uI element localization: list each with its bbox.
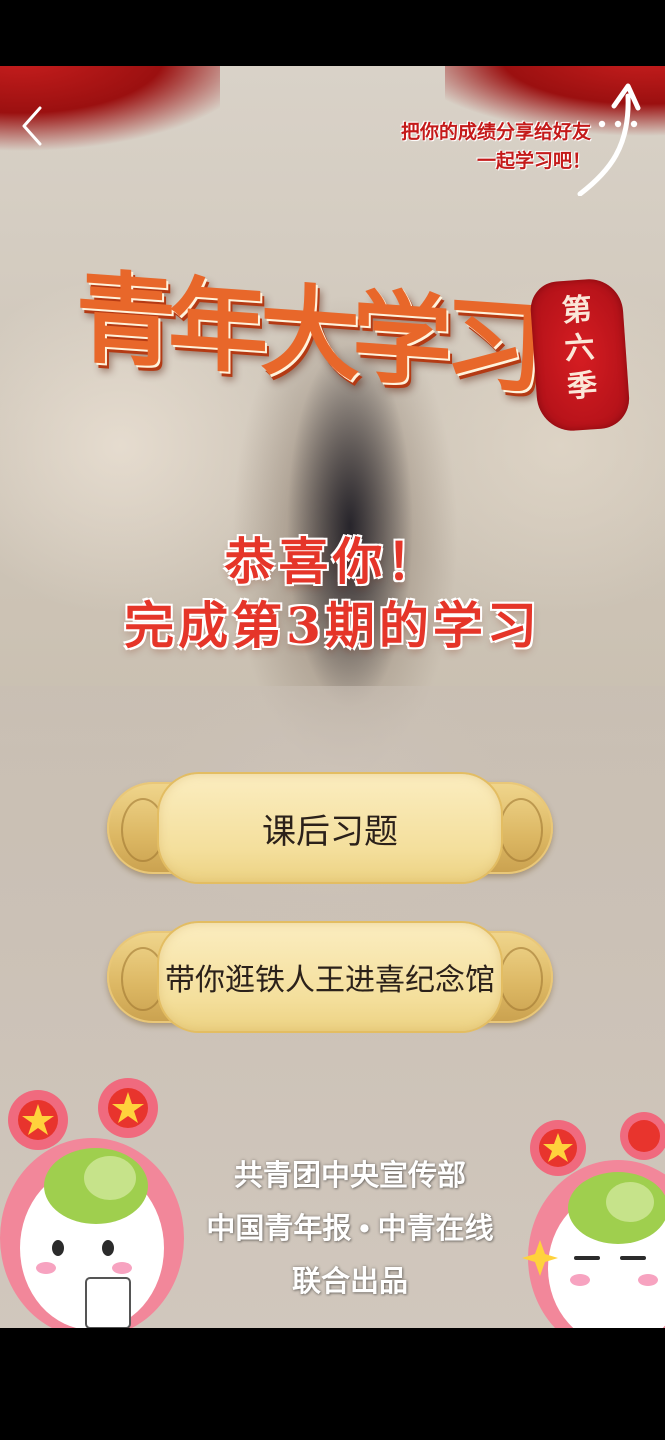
season-seal: 第六季 bbox=[528, 276, 632, 434]
share-prompt[interactable]: 把你的成绩分享给好友 一起学习吧！ bbox=[401, 118, 591, 176]
navigation-bar-area bbox=[0, 1328, 665, 1440]
scroll-curl-right bbox=[499, 947, 543, 1011]
credits-line-2: 中国青年报 • 中青在线 bbox=[206, 1213, 494, 1245]
museum-tour-button-label: 带你逛铁人王进喜纪念馆 bbox=[165, 963, 495, 998]
credits: 共青团中央宣传部 中国青年报 • 中青在线 联合出品 bbox=[190, 1150, 510, 1309]
credits-line-3: 联合出品 bbox=[291, 1266, 408, 1298]
congrats-line-2: 完成第3期的学习 bbox=[124, 596, 541, 655]
museum-tour-button[interactable]: 带你逛铁人王进喜纪念馆 bbox=[107, 923, 553, 1031]
congrats-message: 恭喜你！ 完成第3期的学习 bbox=[0, 532, 665, 660]
credits-line-1: 共青团中央宣传部 bbox=[233, 1160, 466, 1192]
result-screen: 把你的成绩分享给好友 一起学习吧！ 青年大学习 第六季 恭喜你！ 完成第3期的学… bbox=[0, 66, 665, 1328]
mascot-right-icon bbox=[522, 1112, 665, 1328]
exercise-button[interactable]: 课后习题 bbox=[107, 774, 553, 882]
share-line-2: 一起学习吧！ bbox=[476, 151, 591, 172]
congrats-line-1: 恭喜你！ bbox=[224, 532, 441, 591]
mascot-left-icon bbox=[0, 1078, 184, 1328]
logo-title: 青年大学习 bbox=[76, 257, 536, 408]
scroll-curl-right bbox=[499, 798, 543, 862]
exercise-button-label: 课后习题 bbox=[262, 811, 398, 852]
status-bar-area bbox=[0, 0, 665, 66]
season-seal-text: 第六季 bbox=[560, 292, 599, 405]
share-line-1: 把你的成绩分享给好友 bbox=[400, 122, 591, 143]
more-dots-icon[interactable] bbox=[596, 114, 640, 134]
chevron-left-icon[interactable] bbox=[16, 104, 50, 148]
